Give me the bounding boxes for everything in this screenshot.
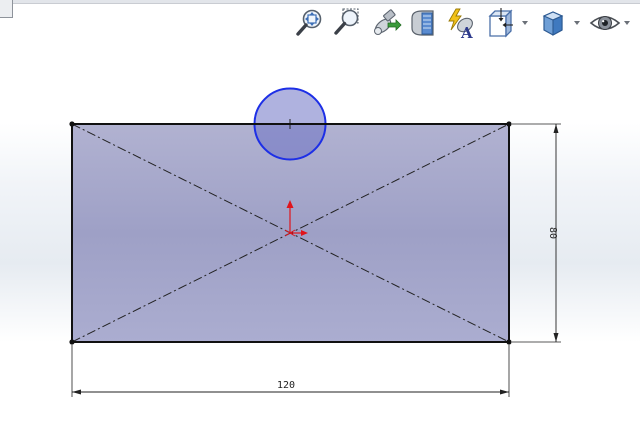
sketch-canvas[interactable]: 120 80 [0,0,640,439]
corner-point[interactable] [69,121,75,127]
height-dimension-value[interactable]: 80 [547,227,558,239]
width-dimension[interactable]: 120 [71,345,510,397]
width-dimension-value[interactable]: 120 [277,380,295,391]
height-dimension[interactable]: 80 [512,123,561,343]
graphics-area[interactable]: A 120 80 [0,0,640,439]
corner-point[interactable] [506,339,512,345]
corner-point[interactable] [69,339,75,345]
corner-point[interactable] [506,121,512,127]
